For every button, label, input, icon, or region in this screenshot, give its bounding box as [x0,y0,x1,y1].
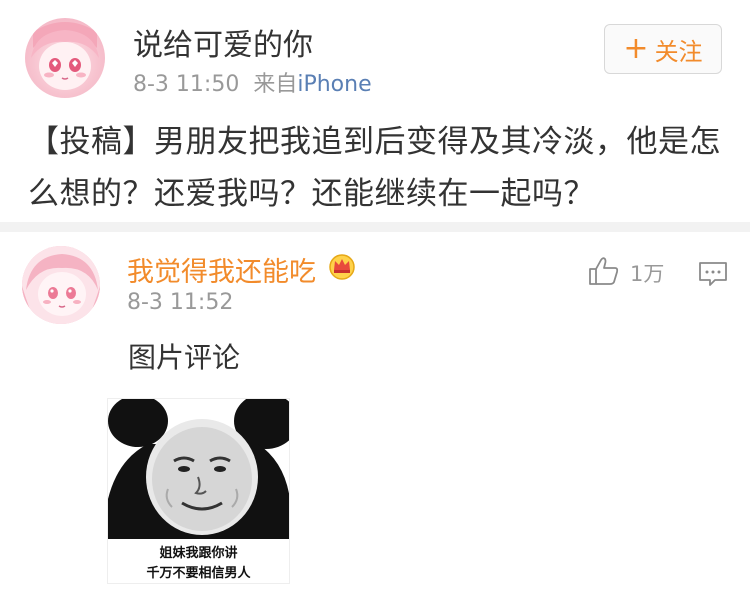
weibo-post: 说给可爱的你 8-3 11:50 来自iPhone + 关注 【投稿】男朋友把我追… [0,0,750,222]
commenter-avatar[interactable] [22,246,100,324]
post-time: 8-3 11:50 [133,72,240,97]
post-author-avatar[interactable] [25,18,105,98]
comment-item: 我觉得我还能吃 8-3 11:52 1万 图片评论 姐妹我跟你讲 千万不要相信男… [0,232,750,596]
like-button[interactable]: 1万 [588,256,664,290]
comment-image-panda-meme[interactable]: 姐妹我跟你讲 千万不要相信男人 [107,398,290,584]
commenter-name[interactable]: 我觉得我还能吃 [127,250,316,289]
follow-button[interactable]: + 关注 [604,24,722,74]
follow-label: 关注 [654,37,703,66]
post-meta: 8-3 11:50 来自iPhone [133,66,372,98]
post-author-name[interactable]: 说给可爱的你 [133,20,313,64]
thumbs-up-icon [588,256,620,290]
like-count: 1万 [630,262,665,286]
crown-badge-icon [328,252,356,280]
meme-caption-line1: 姐妹我跟你讲 [159,546,238,561]
post-source-prefix: 来自 [253,72,298,97]
section-divider [0,222,750,232]
comment-time: 8-3 11:52 [127,290,234,315]
comment-text: 图片评论 [128,341,241,374]
post-body-text: 【投稿】男朋友把我追到后变得及其冷淡，他是怎么想的？还爱我吗？还能继续在一起吗？ [28,124,721,212]
panda-face-image [108,399,289,539]
post-source-device[interactable]: iPhone [297,72,371,97]
plus-icon: + [623,31,649,66]
comment-bubble-icon[interactable] [698,260,728,292]
meme-caption-line2: 千万不要相信男人 [146,566,251,581]
